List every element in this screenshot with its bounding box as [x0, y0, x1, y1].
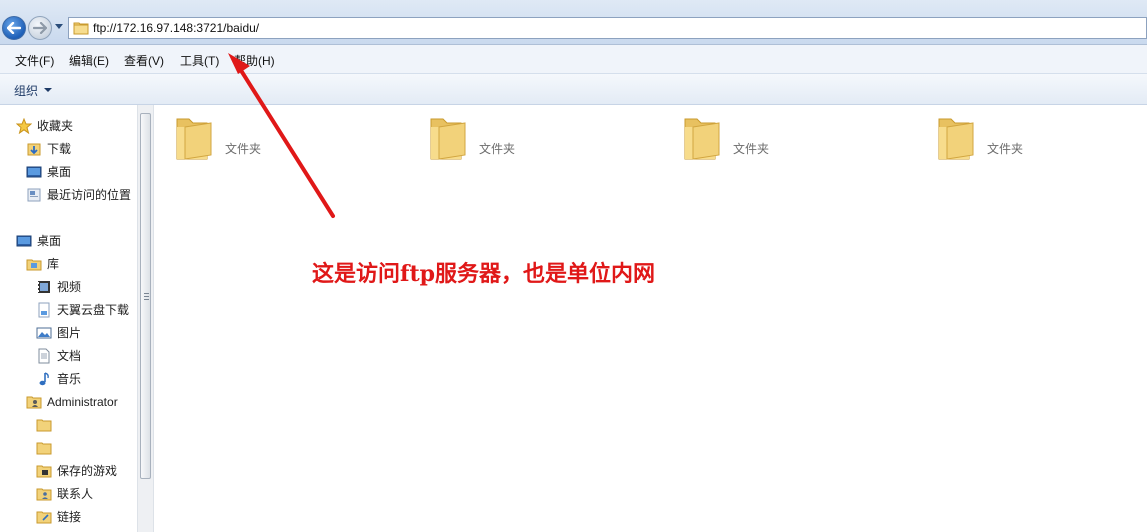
file-list: 文件夹 文件夹 文件夹 文件夹: [155, 105, 1147, 532]
grip-line: [144, 296, 149, 297]
menu-tools[interactable]: 工具(T): [180, 52, 219, 69]
nav-label: 库: [47, 257, 60, 271]
document-icon: [38, 348, 50, 364]
folder-type: 文件夹: [225, 142, 262, 156]
folder-icon: [36, 442, 52, 455]
menu-file[interactable]: 文件(F): [15, 52, 54, 69]
download-folder-icon: [27, 143, 41, 156]
nav-label: Administrator: [47, 395, 118, 409]
user-folder-icon: [26, 396, 42, 409]
grip-line: [144, 293, 149, 294]
document-library-icon: [38, 302, 50, 318]
picture-icon: [36, 327, 52, 339]
nav-scrollbar[interactable]: [137, 105, 154, 532]
nav-label: 下载: [47, 142, 72, 156]
desktop-icon: [26, 166, 42, 178]
command-bar: 组织: [0, 74, 1147, 105]
folder-item[interactable]: 文件夹: [681, 115, 901, 165]
nav-label: 音乐: [57, 372, 82, 386]
contacts-icon: [36, 488, 52, 501]
music-note-icon: [39, 372, 49, 386]
recent-pages-dropdown[interactable]: [55, 24, 63, 29]
nav-label: 天翼云盘下载: [57, 303, 130, 317]
folder-type: 文件夹: [479, 142, 516, 156]
folder-type: 文件夹: [733, 142, 770, 156]
menu-help[interactable]: 帮助(H): [234, 52, 275, 69]
grip-line: [144, 299, 149, 300]
scrollbar-thumb[interactable]: [140, 113, 151, 479]
nav-label: 视频: [57, 280, 82, 294]
chevron-down-icon[interactable]: [44, 88, 52, 92]
nav-label: 链接: [57, 510, 82, 524]
video-icon: [38, 281, 50, 293]
forward-arrow-icon: [33, 22, 47, 34]
folder-item[interactable]: 文件夹: [935, 115, 1147, 165]
organize-button[interactable]: 组织: [14, 82, 38, 99]
nav-label: 收藏夹: [37, 119, 74, 133]
back-button[interactable]: [2, 16, 26, 40]
menu-bar: 文件(F) 编辑(E) 查看(V) 工具(T) 帮助(H): [0, 45, 1147, 74]
navigation-pane: 收藏夹 下载 桌面 最近访问的位置 桌面 库 视频 天翼云盘下载 图片 文档 音…: [0, 105, 137, 532]
recent-places-icon: [27, 188, 41, 202]
folder-icon: [938, 118, 974, 160]
folder-item[interactable]: 文件夹: [427, 115, 647, 165]
folder-type: 文件夹: [987, 142, 1024, 156]
saved-games-icon: [36, 465, 52, 478]
folder-icon: [36, 419, 52, 432]
folder-icon: [684, 118, 720, 160]
nav-label: 最近访问的位置: [47, 188, 132, 202]
star-icon: [16, 118, 32, 134]
folder-item[interactable]: 文件夹: [173, 115, 393, 165]
address-bar[interactable]: ftp://172.16.97.148:3721/baidu/: [68, 17, 1147, 39]
forward-button[interactable]: [28, 16, 52, 40]
annotation-text: 这是访问ftp服务器，也是单位内网: [312, 261, 656, 287]
address-path[interactable]: ftp://172.16.97.148:3721/baidu/: [93, 21, 259, 35]
menu-view[interactable]: 查看(V): [124, 52, 164, 69]
library-icon: [26, 259, 42, 271]
nav-label: 保存的游戏: [57, 464, 118, 478]
nav-label: 文档: [57, 349, 82, 363]
nav-label: 桌面: [47, 165, 72, 179]
folder-icon: [176, 118, 212, 160]
folder-icon: [430, 118, 466, 160]
nav-label: 桌面: [37, 234, 62, 248]
nav-label: 联系人: [57, 487, 94, 501]
address-toolbar: ftp://172.16.97.148:3721/baidu/: [0, 0, 1147, 45]
back-arrow-icon: [7, 22, 21, 34]
nav-label: 图片: [57, 326, 82, 340]
folder-icon: [73, 22, 89, 35]
desktop-icon: [16, 235, 32, 247]
links-icon: [36, 511, 52, 524]
menu-edit[interactable]: 编辑(E): [69, 52, 109, 69]
